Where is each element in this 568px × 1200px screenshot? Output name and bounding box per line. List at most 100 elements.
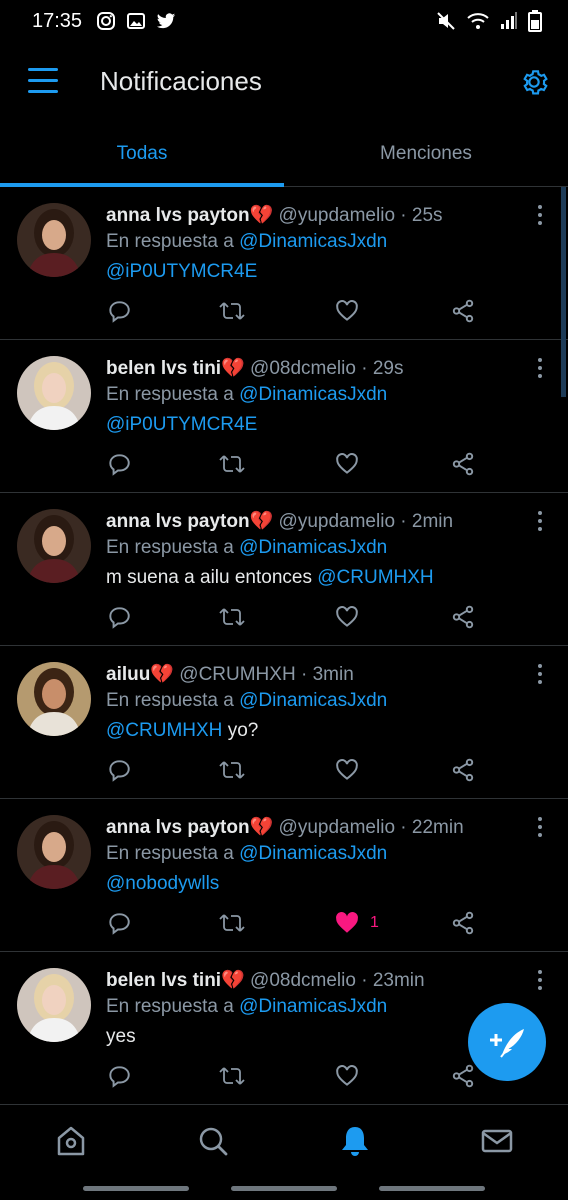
more-options-icon[interactable] bbox=[530, 356, 550, 380]
mute-icon bbox=[437, 12, 455, 30]
compose-tweet-button[interactable] bbox=[468, 1003, 546, 1081]
reply-icon[interactable] bbox=[106, 909, 132, 937]
home-icon[interactable] bbox=[53, 1123, 89, 1159]
tweet-body: yes bbox=[106, 1026, 136, 1048]
user-display-name[interactable]: anna lvs payton💔 bbox=[106, 205, 273, 226]
tweet-actions bbox=[106, 1062, 486, 1090]
tweet-actions bbox=[106, 450, 486, 478]
body-mention-link[interactable]: @CRUMHXH bbox=[317, 567, 433, 588]
reply-to-link[interactable]: @DinamicasJxdn bbox=[239, 843, 387, 864]
retweet-icon[interactable] bbox=[218, 1062, 246, 1090]
body-mention-link[interactable]: @iP0UTYMCR4E bbox=[106, 414, 257, 435]
reply-to-link[interactable]: @DinamicasJxdn bbox=[239, 996, 387, 1017]
timestamp: 3min bbox=[312, 664, 354, 685]
reply-icon[interactable] bbox=[106, 756, 132, 784]
scrollbar[interactable] bbox=[561, 187, 566, 397]
user-handle[interactable]: @yupdamelio bbox=[279, 205, 395, 226]
tab-todas[interactable]: Todas bbox=[0, 124, 284, 186]
more-options-icon[interactable] bbox=[530, 662, 550, 686]
reply-to-link[interactable]: @DinamicasJxdn bbox=[239, 537, 387, 558]
timestamp: 2min bbox=[411, 511, 454, 532]
share-icon[interactable] bbox=[450, 756, 476, 784]
body-mention-link[interactable]: @CRUMHXH bbox=[106, 720, 222, 741]
more-options-icon[interactable] bbox=[530, 968, 550, 992]
reply-prefix: En respuesta a bbox=[106, 843, 234, 864]
more-options-icon[interactable] bbox=[530, 203, 550, 227]
reply-icon[interactable] bbox=[106, 1062, 132, 1090]
like-icon[interactable] bbox=[334, 297, 360, 325]
tweet-body: @nobodywlls bbox=[106, 873, 219, 895]
notification-item[interactable]: anna lvs payton💔 @yupdamelio · 22min En … bbox=[0, 799, 568, 952]
reply-to-link[interactable]: @DinamicasJxdn bbox=[239, 384, 387, 405]
reply-to-link[interactable]: @DinamicasJxdn bbox=[239, 231, 387, 252]
user-handle[interactable]: @yupdamelio bbox=[279, 511, 395, 532]
avatar[interactable] bbox=[17, 203, 91, 277]
gesture-bar-back[interactable] bbox=[83, 1186, 189, 1191]
like-icon[interactable] bbox=[334, 450, 360, 478]
notification-item[interactable]: anna lvs payton💔 @yupdamelio · 2min En r… bbox=[0, 493, 568, 646]
like-icon[interactable] bbox=[334, 1062, 360, 1090]
tab-menciones[interactable]: Menciones bbox=[284, 124, 568, 186]
share-icon[interactable] bbox=[450, 909, 476, 937]
more-options-icon[interactable] bbox=[530, 815, 550, 839]
bell-icon[interactable] bbox=[337, 1123, 373, 1159]
user-handle[interactable]: @08dcmelio bbox=[250, 970, 356, 991]
user-display-name[interactable]: belen lvs tini💔 bbox=[106, 358, 245, 379]
like-icon[interactable] bbox=[334, 603, 360, 631]
notification-item[interactable]: belen lvs tini💔 @08dcmelio · 29s En resp… bbox=[0, 340, 568, 493]
user-display-name[interactable]: anna lvs payton💔 bbox=[106, 511, 273, 532]
reply-icon[interactable] bbox=[106, 450, 132, 478]
user-handle[interactable]: @08dcmelio bbox=[250, 358, 356, 379]
like-count: 1 bbox=[370, 914, 379, 931]
reply-prefix: En respuesta a bbox=[106, 231, 234, 252]
user-handle[interactable]: @CRUMHXH bbox=[179, 664, 295, 685]
tab-bar: Todas Menciones bbox=[0, 124, 568, 187]
user-handle[interactable]: @yupdamelio bbox=[279, 817, 395, 838]
body-mention-link[interactable]: @nobodywlls bbox=[106, 873, 219, 894]
gear-icon[interactable] bbox=[518, 66, 550, 98]
avatar[interactable] bbox=[17, 815, 91, 889]
more-options-icon[interactable] bbox=[530, 509, 550, 533]
reply-to-link[interactable]: @DinamicasJxdn bbox=[239, 690, 387, 711]
retweet-icon[interactable] bbox=[218, 297, 246, 325]
reply-prefix: En respuesta a bbox=[106, 690, 234, 711]
status-time: 17:35 bbox=[32, 10, 83, 32]
avatar[interactable] bbox=[17, 662, 91, 736]
gesture-bar-home[interactable] bbox=[231, 1186, 337, 1191]
hamburger-menu-icon[interactable] bbox=[26, 66, 62, 96]
share-icon[interactable] bbox=[450, 297, 476, 325]
notification-item[interactable]: anna lvs payton💔 @yupdamelio · 25s En re… bbox=[0, 187, 568, 340]
avatar[interactable] bbox=[17, 968, 91, 1042]
gallery-icon bbox=[127, 13, 145, 29]
time-separator: · bbox=[355, 358, 373, 379]
user-display-name[interactable]: ailuu💔 bbox=[106, 664, 174, 685]
reply-prefix: En respuesta a bbox=[106, 996, 234, 1017]
retweet-icon[interactable] bbox=[218, 450, 246, 478]
twitter-icon bbox=[156, 13, 176, 29]
time-separator: · bbox=[395, 205, 412, 226]
reply-icon[interactable] bbox=[106, 603, 132, 631]
instagram-icon bbox=[97, 12, 115, 30]
retweet-icon[interactable] bbox=[218, 909, 246, 937]
mail-icon[interactable] bbox=[479, 1123, 515, 1159]
notification-item[interactable]: ailuu💔 @CRUMHXH · 3min En respuesta a @D… bbox=[0, 646, 568, 799]
share-icon[interactable] bbox=[450, 603, 476, 631]
retweet-icon[interactable] bbox=[218, 603, 246, 631]
avatar[interactable] bbox=[17, 356, 91, 430]
search-icon[interactable] bbox=[195, 1123, 231, 1159]
user-display-name[interactable]: belen lvs tini💔 bbox=[106, 970, 245, 991]
reply-icon[interactable] bbox=[106, 297, 132, 325]
like-icon[interactable] bbox=[334, 756, 360, 784]
notifications-feed: anna lvs payton💔 @yupdamelio · 25s En re… bbox=[0, 187, 568, 1105]
share-icon[interactable] bbox=[450, 450, 476, 478]
body-mention-link[interactable]: @iP0UTYMCR4E bbox=[106, 261, 257, 282]
wifi-icon bbox=[467, 13, 489, 29]
gesture-bar-recents[interactable] bbox=[379, 1186, 485, 1191]
retweet-icon[interactable] bbox=[218, 756, 246, 784]
tweet-actions bbox=[106, 297, 486, 325]
status-bar: 17:35 bbox=[0, 0, 568, 44]
avatar[interactable] bbox=[17, 509, 91, 583]
time-separator: · bbox=[295, 664, 313, 685]
user-display-name[interactable]: anna lvs payton💔 bbox=[106, 817, 273, 838]
like-icon[interactable]: 1 bbox=[334, 909, 379, 937]
